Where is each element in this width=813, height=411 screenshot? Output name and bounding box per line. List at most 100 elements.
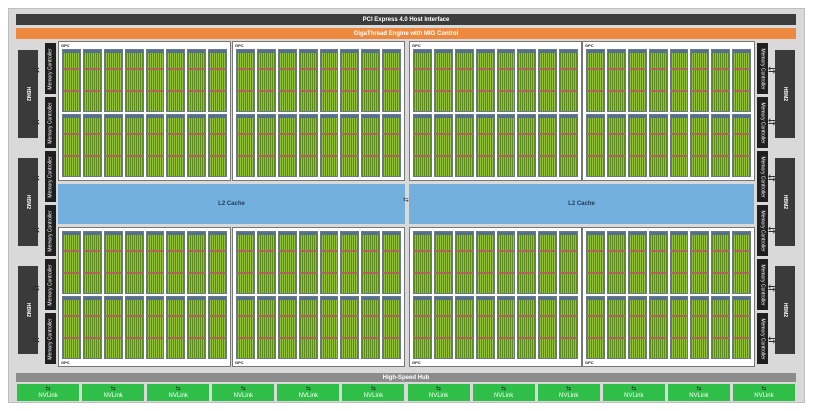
sm-tile [475,231,495,294]
sm-tile [711,296,731,359]
nvlink-port: ⇆ NVLink [147,384,210,401]
nvlink-port: ⇆ NVLink [472,384,535,401]
sm-tile [277,114,297,177]
sm-tile [382,231,401,294]
nvlink-port: ⇆ NVLink [602,384,665,401]
gpc-1: GPC [58,41,231,181]
sm-tile [559,231,578,294]
sm-tile [82,231,102,294]
sm-tile [236,49,255,112]
sm-tile [517,114,537,177]
sm-tile [475,296,495,359]
bidirectional-arrow-icon: ⇆ [32,283,40,293]
gpc-label: GPC [585,43,594,48]
sm-tile [340,49,360,112]
bidirectional-arrow-icon: ⇆ [436,385,442,392]
bidirectional-arrow-icon: ⇆ [32,173,40,183]
sm-tile [187,114,207,177]
nvlink-label: NVLink [624,392,644,399]
gpc-7: GPC [409,227,582,367]
high-speed-hub-label: High-Speed Hub [382,374,430,381]
sm-tile [690,114,710,177]
bidirectional-arrow-icon: ⇆ [761,385,767,392]
gpc-label: GPC [61,360,70,365]
sm-tile [496,296,516,359]
sm-tile [538,49,558,112]
sm-tile [166,231,186,294]
sm-tile [319,49,339,112]
sm-tile [256,296,276,359]
bidirectional-arrow-icon: ⇆ [175,385,181,392]
sm-tile [433,231,453,294]
bidirectional-arrow-icon: ⇆ [370,385,376,392]
sm-tile [606,231,626,294]
hbm2-stack-right-1: HBM2 [775,50,795,138]
sm-tile [559,49,578,112]
sm-tile [166,296,186,359]
sm-grid [236,49,401,177]
gpc-label: GPC [61,43,70,48]
sm-tile [454,231,474,294]
sm-tile [208,231,227,294]
sm-tile [669,296,689,359]
gpc-2: GPC [232,41,405,181]
sm-tile [62,49,81,112]
nvlink-label: NVLink [168,392,188,399]
nvlink-port: ⇆ NVLink [277,384,340,401]
bidirectional-arrow-icon: ⇆ [768,283,776,293]
bidirectional-arrow-icon: ⇆ [110,385,116,392]
memory-controller-label: Memory Controller [47,47,54,90]
sm-tile [454,114,474,177]
sm-tile [298,49,318,112]
memory-controller-label: Memory Controller [47,101,54,144]
nvlink-label: NVLink [38,392,58,399]
sm-tile [145,49,165,112]
sm-tile [433,114,453,177]
memory-controller-label: Memory Controller [47,155,54,198]
sm-tile [103,296,123,359]
sm-tile [145,114,165,177]
sm-tile [538,231,558,294]
hbm-label: HBM2 [24,194,31,210]
sm-tile [103,231,123,294]
sm-tile [124,114,144,177]
sm-tile [256,114,276,177]
sm-grid [413,231,578,359]
bidirectional-arrow-icon: ⇆ [32,225,40,235]
nvlink-label: NVLink [559,392,579,399]
sm-tile [277,231,297,294]
sm-tile [711,231,731,294]
sm-tile [690,49,710,112]
gigathread-label: GigaThread Engine with MIG Control [353,30,459,37]
memory-controller-label: Memory Controller [47,263,54,306]
sm-tile [236,231,255,294]
bidirectional-arrow-icon: ⇆ [768,225,776,235]
sm-tile [236,296,255,359]
sm-tile [413,231,432,294]
hbm-label: HBM2 [781,302,788,318]
sm-tile [319,296,339,359]
sm-tile [256,231,276,294]
sm-tile [627,231,647,294]
sm-tile [538,296,558,359]
gpc-label: GPC [235,360,244,365]
memory-controller-label: Memory Controller [47,317,54,360]
gigathread-engine: GigaThread Engine with MIG Control [16,28,796,39]
sm-tile [145,296,165,359]
sm-tile [648,114,668,177]
gpc-3: GPC [409,41,582,181]
bidirectional-arrow-icon: ⇆ [768,117,776,127]
sm-tile [208,114,227,177]
sm-tile [208,49,227,112]
nvlink-label: NVLink [233,392,253,399]
bidirectional-arrow-icon: ⇆ [768,335,776,345]
memory-controller-label: Memory Controller [759,317,766,360]
gpc-label: GPC [412,360,421,365]
sm-tile [103,49,123,112]
sm-tile [669,231,689,294]
bidirectional-arrow-icon: ⇆ [45,385,51,392]
hbm2-stack-right-2: HBM2 [775,158,795,246]
high-speed-hub: High-Speed Hub [16,373,796,382]
sm-tile [454,49,474,112]
memory-controller-left-2: Memory Controller [45,97,56,148]
